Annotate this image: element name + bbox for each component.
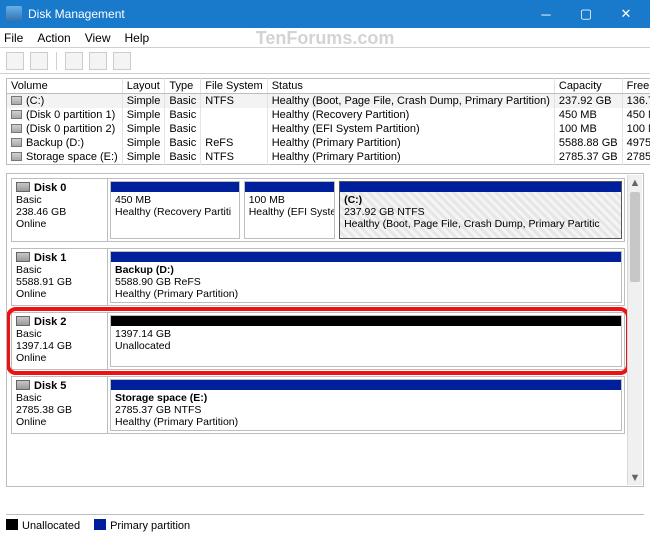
partition-body: (C:)237.92 GB NTFSHealthy (Boot, Page Fi…	[340, 192, 621, 238]
disk-row: Disk 1Basic5588.91 GBOnlineBackup (D:)55…	[11, 248, 625, 306]
disk-row: Disk 0Basic238.46 GBOnline450 MBHealthy …	[11, 178, 625, 242]
disk-icon	[16, 252, 30, 262]
toolbar-refresh-icon[interactable]	[89, 52, 107, 70]
partition-bar	[111, 380, 621, 390]
table-row[interactable]: (C:)SimpleBasicNTFSHealthy (Boot, Page F…	[7, 94, 650, 109]
scroll-up-icon[interactable]: ▲	[628, 175, 642, 190]
disk-header[interactable]: Disk 1Basic5588.91 GBOnline	[12, 249, 108, 305]
partition-body: 450 MBHealthy (Recovery Partiti	[111, 192, 239, 238]
partition-bar	[111, 316, 621, 326]
col-type[interactable]: Type	[165, 79, 201, 94]
disk-header[interactable]: Disk 2Basic1397.14 GBOnline	[12, 313, 108, 369]
partition-container: 450 MBHealthy (Recovery Partiti100 MBHea…	[108, 179, 624, 241]
partition-container: Storage space (E:)2785.37 GB NTFSHealthy…	[108, 377, 624, 433]
legend-unallocated-label: Unallocated	[22, 520, 80, 532]
volume-icon	[11, 110, 22, 119]
table-row[interactable]: Storage space (E:)SimpleBasicNTFSHealthy…	[7, 150, 650, 165]
toolbar-separator	[56, 52, 57, 70]
volume-icon	[11, 152, 22, 161]
menu-file[interactable]: File	[4, 31, 23, 45]
disk-row: Disk 5Basic2785.38 GBOnlineStorage space…	[11, 376, 625, 434]
menu-view[interactable]: View	[85, 31, 111, 45]
disk-header[interactable]: Disk 0Basic238.46 GBOnline	[12, 179, 108, 241]
col-layout[interactable]: Layout	[122, 79, 165, 94]
partition-container: 1397.14 GBUnallocated	[108, 313, 624, 369]
scroll-thumb[interactable]	[630, 192, 640, 282]
toolbar-back-icon[interactable]	[6, 52, 24, 70]
col-status[interactable]: Status	[267, 79, 554, 94]
partition[interactable]: 450 MBHealthy (Recovery Partiti	[110, 181, 240, 239]
toolbar	[0, 48, 650, 74]
table-header-row: Volume Layout Type File System Status Ca…	[7, 79, 650, 94]
toolbar-help-icon[interactable]	[113, 52, 131, 70]
table-row[interactable]: Backup (D:)SimpleBasicReFSHealthy (Prima…	[7, 136, 650, 150]
scroll-down-icon[interactable]: ▼	[628, 470, 642, 485]
volume-icon	[11, 96, 22, 105]
col-volume[interactable]: Volume	[7, 79, 123, 94]
col-filesystem[interactable]: File System	[201, 79, 267, 94]
menu-action[interactable]: Action	[37, 31, 70, 45]
partition-body: 100 MBHealthy (EFI Syste	[245, 192, 334, 238]
legend-primary: Primary partition	[94, 519, 190, 532]
toolbar-forward-icon[interactable]	[30, 52, 48, 70]
col-capacity[interactable]: Capacity	[554, 79, 622, 94]
minimize-button[interactable]: ─	[526, 0, 566, 28]
partition[interactable]: (C:)237.92 GB NTFSHealthy (Boot, Page Fi…	[339, 181, 622, 239]
volume-icon	[11, 124, 22, 133]
partition-bar	[111, 252, 621, 262]
disk-icon	[16, 380, 30, 390]
maximize-button[interactable]: ▢	[566, 0, 606, 28]
disk-header[interactable]: Disk 5Basic2785.38 GBOnline	[12, 377, 108, 433]
partition-bar	[111, 182, 239, 192]
vertical-scrollbar[interactable]: ▲ ▼	[627, 175, 642, 485]
volume-icon	[11, 138, 22, 147]
table-row[interactable]: (Disk 0 partition 1)SimpleBasicHealthy (…	[7, 108, 650, 122]
partition-body: 1397.14 GBUnallocated	[111, 326, 621, 366]
partition-bar	[245, 182, 334, 192]
partition[interactable]: 100 MBHealthy (EFI Syste	[244, 181, 335, 239]
app-icon	[6, 6, 22, 22]
close-button[interactable]: ✕	[606, 0, 646, 28]
disk-icon	[16, 182, 30, 192]
disk-icon	[16, 316, 30, 326]
legend-unallocated: Unallocated	[6, 519, 80, 532]
legend: Unallocated Primary partition	[6, 514, 644, 532]
content-area: Volume Layout Type File System Status Ca…	[0, 74, 650, 536]
partition-bar	[340, 182, 621, 192]
toolbar-action-icon[interactable]	[65, 52, 83, 70]
volume-table[interactable]: Volume Layout Type File System Status Ca…	[6, 78, 650, 165]
partition[interactable]: Storage space (E:)2785.37 GB NTFSHealthy…	[110, 379, 622, 431]
disk-graphical-area: Disk 0Basic238.46 GBOnline450 MBHealthy …	[6, 173, 644, 487]
window-title: Disk Management	[28, 7, 526, 21]
disk-row: Disk 2Basic1397.14 GBOnline1397.14 GBUna…	[11, 312, 625, 370]
partition-body: Backup (D:)5588.90 GB ReFSHealthy (Prima…	[111, 262, 621, 302]
title-bar: Disk Management ─ ▢ ✕	[0, 0, 650, 28]
partition[interactable]: 1397.14 GBUnallocated	[110, 315, 622, 367]
partition[interactable]: Backup (D:)5588.90 GB ReFSHealthy (Prima…	[110, 251, 622, 303]
table-row[interactable]: (Disk 0 partition 2)SimpleBasicHealthy (…	[7, 122, 650, 136]
col-freespace[interactable]: Free Space	[622, 79, 650, 94]
menu-bar: File Action View Help TenForums.com	[0, 28, 650, 48]
menu-help[interactable]: Help	[125, 31, 150, 45]
partition-body: Storage space (E:)2785.37 GB NTFSHealthy…	[111, 390, 621, 430]
legend-primary-label: Primary partition	[110, 520, 190, 532]
partition-container: Backup (D:)5588.90 GB ReFSHealthy (Prima…	[108, 249, 624, 305]
